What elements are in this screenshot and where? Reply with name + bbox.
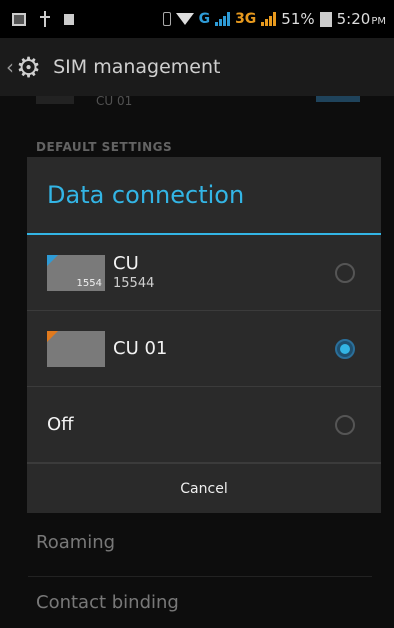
- partial-setting-row: CU 01: [36, 94, 376, 110]
- action-bar: ‹ ⚙ SIM management: [0, 38, 394, 96]
- status-right: G 3G 51% 5:20PM: [162, 10, 386, 28]
- vibrate-icon: [162, 12, 171, 26]
- wifi-icon: [175, 13, 194, 25]
- option-sim-cu[interactable]: 1554 CU 15544: [27, 235, 381, 311]
- radio-button-selected[interactable]: [335, 338, 355, 359]
- clock-ampm: PM: [371, 16, 386, 27]
- partial-setting-label: CU 01: [96, 94, 133, 108]
- signal-sim1-icon: [215, 12, 231, 26]
- partial-sim-card-icon: [36, 96, 74, 104]
- option-sublabel: 15544: [113, 276, 155, 291]
- option-text: CU 15544: [113, 253, 335, 292]
- data-connection-dialog: Data connection 1554 CU 15544 CU 01 Off …: [27, 157, 381, 513]
- back-caret-icon[interactable]: ‹: [6, 55, 14, 79]
- option-label: CU 01: [113, 337, 168, 359]
- usb-icon: [40, 11, 50, 27]
- partial-toggle: [316, 96, 360, 102]
- dialog-title: Data connection: [47, 181, 245, 209]
- network-g-label: G: [198, 11, 211, 27]
- signal-sim2-icon: [261, 12, 277, 26]
- option-sim-cu01[interactable]: CU 01: [27, 311, 381, 387]
- radio-button[interactable]: [335, 262, 355, 283]
- section-header-default-settings: DEFAULT SETTINGS: [36, 140, 173, 154]
- notification-icon: [12, 12, 26, 26]
- sim-color-marker: [47, 254, 58, 266]
- status-bar: G 3G 51% 5:20PM: [0, 0, 394, 38]
- option-label: Off: [47, 414, 74, 435]
- sim-card-icon: 1554: [47, 254, 105, 291]
- clock-time: 5:20: [336, 10, 371, 28]
- setting-divider: [28, 576, 372, 577]
- sim-card-icon: [47, 330, 105, 367]
- option-label: CU: [113, 253, 139, 274]
- radio-button[interactable]: [335, 414, 355, 435]
- gear-icon[interactable]: ⚙: [16, 51, 41, 84]
- option-off[interactable]: Off: [27, 387, 381, 463]
- page-title: SIM management: [53, 56, 221, 78]
- setting-roaming[interactable]: Roaming: [36, 532, 115, 553]
- network-3g-label: 3G: [235, 11, 257, 27]
- sim-color-marker: [47, 330, 58, 342]
- clock: 5:20PM: [337, 10, 386, 28]
- setting-contact-binding[interactable]: Contact binding: [36, 592, 179, 613]
- battery-percent: 51%: [281, 10, 315, 28]
- cancel-button[interactable]: Cancel: [27, 463, 381, 514]
- battery-icon: [319, 11, 332, 27]
- notification-square-icon: [64, 13, 74, 25]
- sim-card-number: 1554: [76, 277, 102, 289]
- option-text: CU 01: [113, 337, 335, 359]
